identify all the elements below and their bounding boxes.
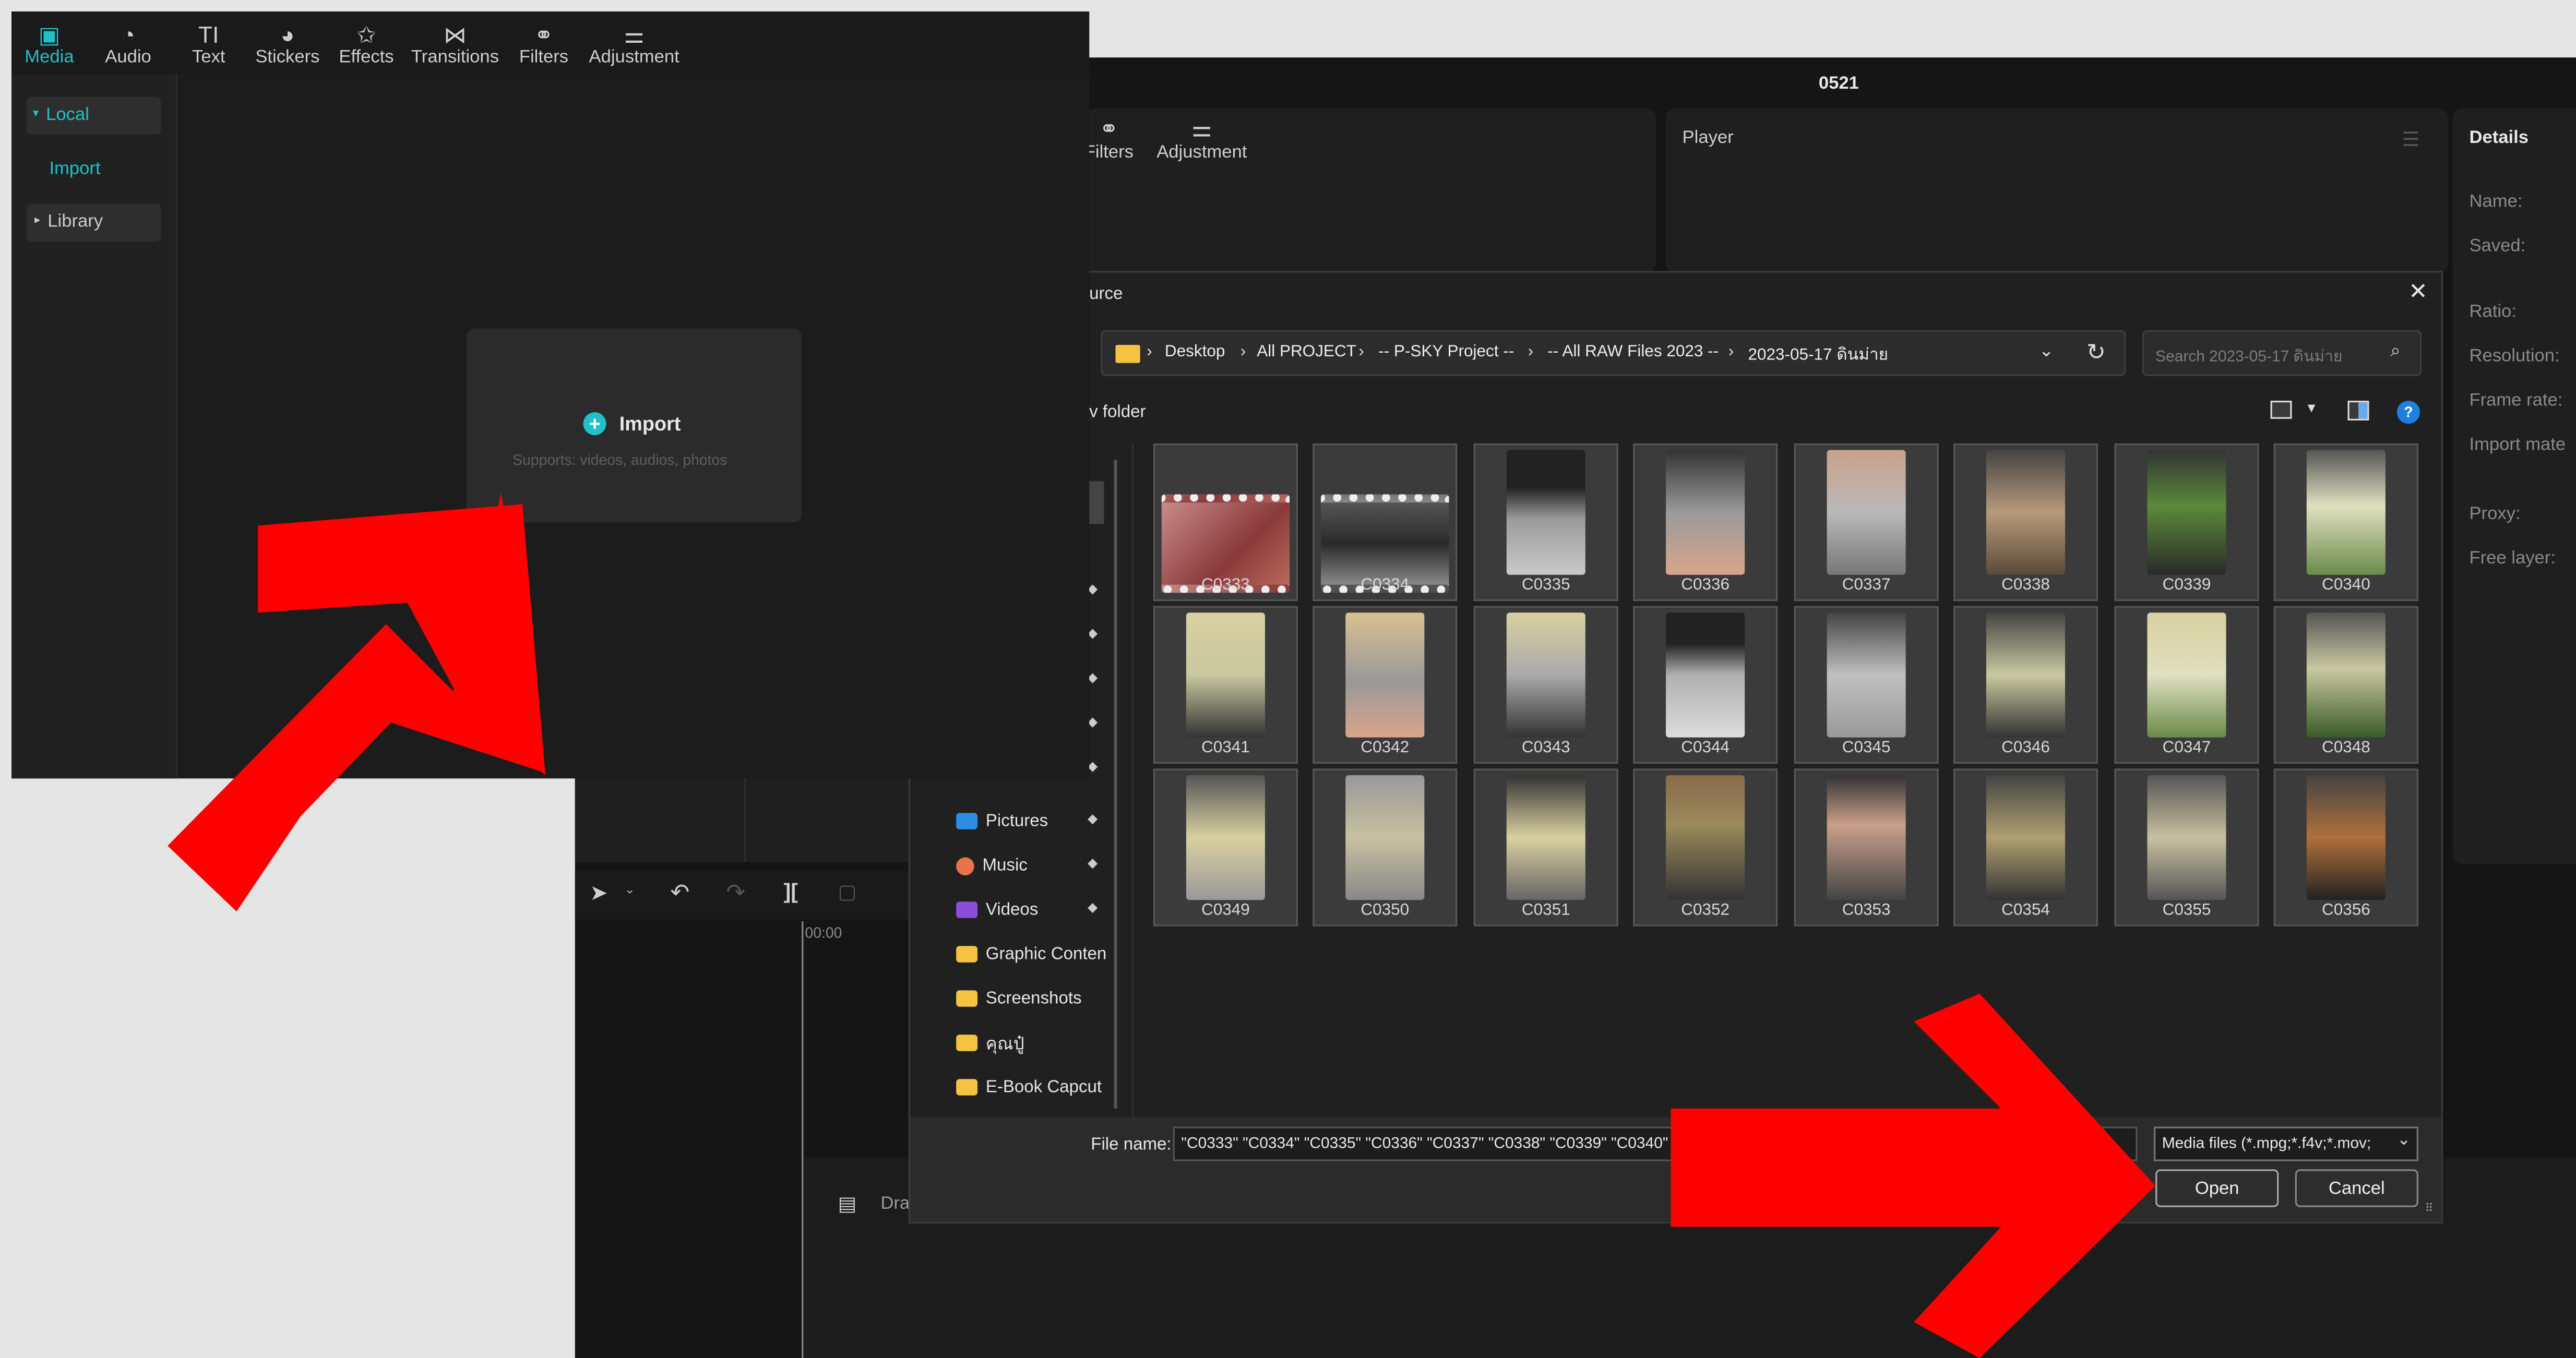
arrow-annotation [168,492,2156,1358]
arrow-to-open [1671,993,2156,1358]
